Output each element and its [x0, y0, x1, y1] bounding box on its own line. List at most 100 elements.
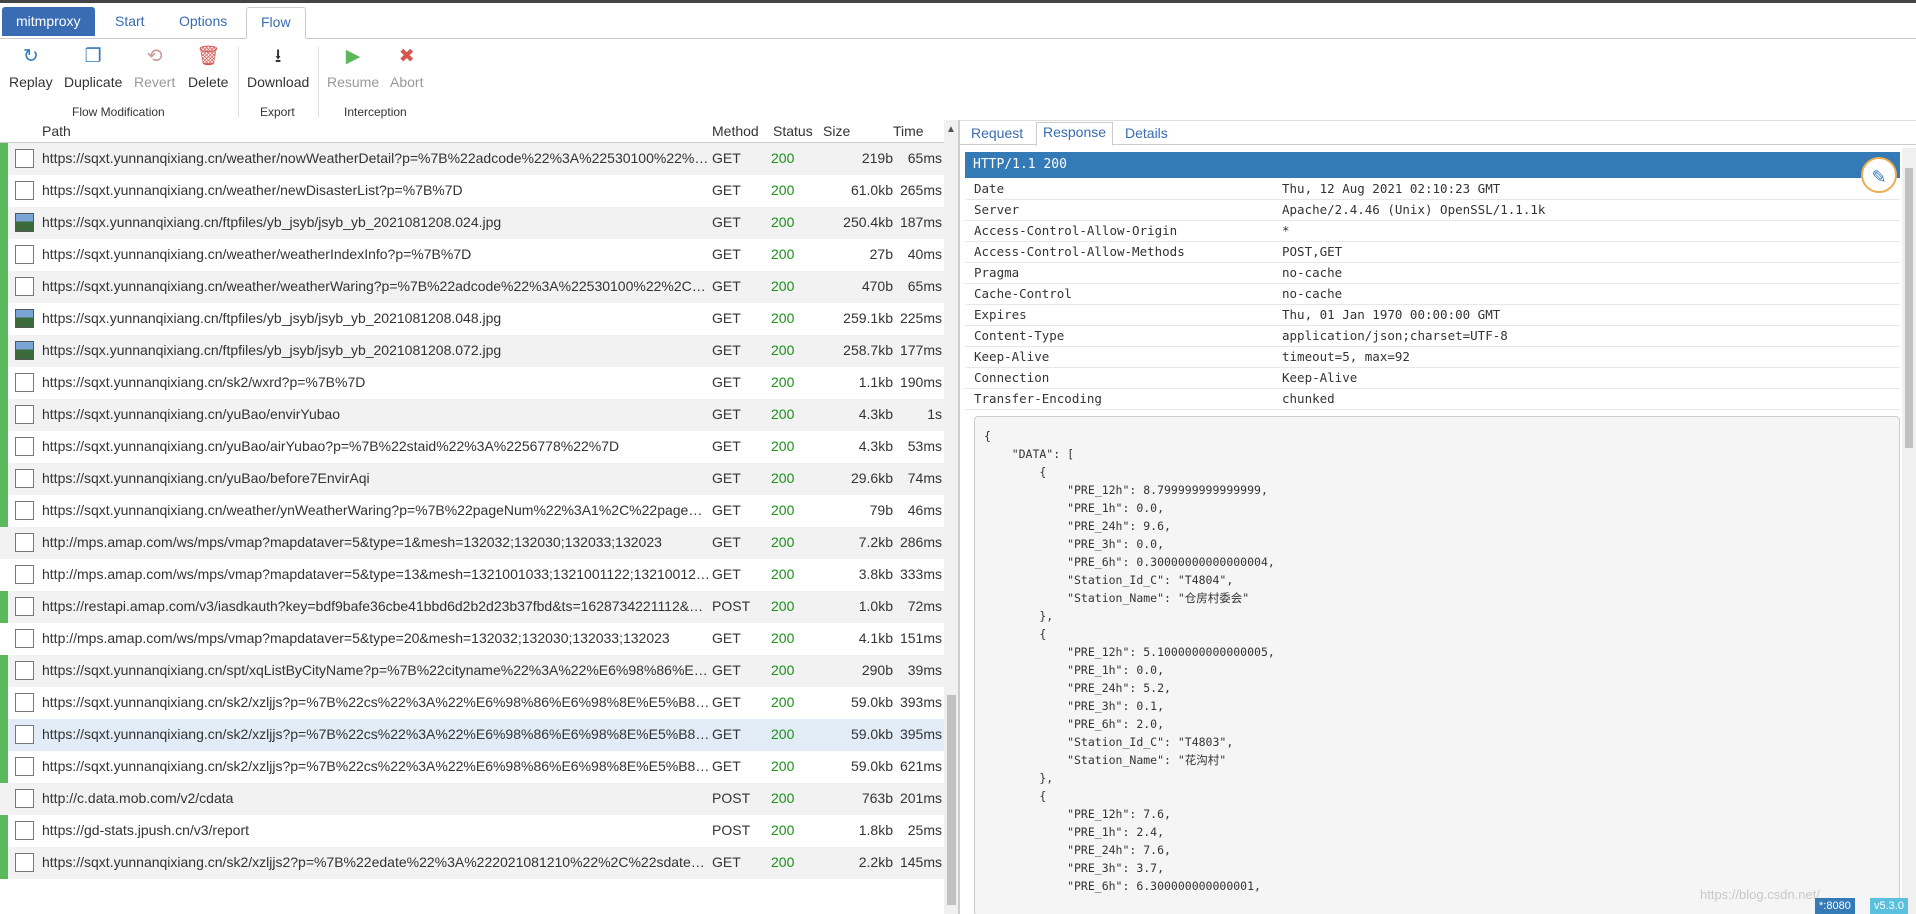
row-marker: [0, 367, 8, 399]
table-row[interactable]: https://sqx.yunnanqixiang.cn/ftpfiles/yb…: [0, 207, 944, 239]
row-status: 200: [771, 374, 795, 390]
row-marker: [0, 463, 8, 495]
group-title-flow-modification: Flow Modification: [72, 105, 165, 119]
replay-button[interactable]: ↻ Replay: [9, 45, 53, 90]
flow-table-header: Path Method Status Size Time: [0, 120, 958, 143]
col-size[interactable]: Size: [823, 123, 850, 139]
tab-start[interactable]: Start: [115, 7, 145, 36]
table-row[interactable]: https://gd-stats.jpush.cn/v3/report POST 2…: [0, 815, 944, 847]
delete-button[interactable]: 🗑 Delete: [188, 45, 228, 90]
row-time: 621ms: [899, 758, 942, 774]
table-row[interactable]: https://sqxt.yunnanqixiang.cn/sk2/xzljjs…: [0, 687, 944, 719]
file-icon: [15, 757, 34, 776]
trash-icon: 🗑: [196, 46, 221, 67]
flow-scroll-thumb[interactable]: [947, 695, 956, 905]
row-time: 201ms: [899, 790, 942, 806]
tab-details[interactable]: Details: [1125, 124, 1168, 144]
row-size: 290b: [861, 662, 893, 678]
row-path: https://sqx.yunnanqixiang.cn/ftpfiles/yb…: [42, 214, 502, 230]
table-row[interactable]: https://sqx.yunnanqixiang.cn/ftpfiles/yb…: [0, 335, 944, 367]
file-icon: [15, 629, 34, 648]
tab-flow[interactable]: Flow: [246, 7, 306, 39]
col-time[interactable]: Time: [893, 123, 924, 139]
download-button[interactable]: ⭳ Download: [247, 45, 309, 90]
row-marker: [0, 719, 8, 751]
flow-scrollbar[interactable]: ▲: [944, 120, 958, 914]
row-method: GET: [712, 150, 741, 166]
table-row[interactable]: https://sqxt.yunnanqixiang.cn/yuBao/airY…: [0, 431, 944, 463]
file-icon: [15, 821, 34, 840]
row-path: http://mps.amap.com/ws/mps/vmap?mapdatav…: [42, 566, 710, 582]
header-value: application/json;charset=UTF-8: [1282, 328, 1508, 343]
row-time: 265ms: [899, 182, 942, 198]
row-time: 1s: [927, 406, 942, 422]
row-marker: [0, 687, 8, 719]
table-row[interactable]: https://sqxt.yunnanqixiang.cn/sk2/xzljjs…: [0, 751, 944, 783]
abort-button[interactable]: ✖ Abort: [390, 45, 423, 90]
tab-options[interactable]: Options: [179, 7, 227, 36]
detail-scroll-thumb[interactable]: [1905, 168, 1913, 448]
table-row[interactable]: https://restapi.amap.com/v3/iasdkauth?ke…: [0, 591, 944, 623]
row-size: 258.7kb: [843, 342, 893, 358]
header-row: Server Apache/2.4.46 (Unix) OpenSSL/1.1.1…: [965, 199, 1900, 221]
row-size: 29.6kb: [850, 470, 893, 486]
copy-icon: ❐: [84, 46, 102, 67]
row-status: 200: [771, 790, 795, 806]
table-row[interactable]: https://sqxt.yunnanqixiang.cn/sk2/xzljjs…: [0, 847, 944, 879]
table-row[interactable]: http://mps.amap.com/ws/mps/vmap?mapdatav…: [0, 623, 944, 655]
scroll-up-icon[interactable]: ▲: [946, 124, 956, 135]
row-method: GET: [712, 374, 741, 390]
file-icon: [15, 565, 34, 584]
row-marker: [0, 527, 8, 559]
group-title-export: Export: [260, 105, 295, 119]
table-row[interactable]: https://sqxt.yunnanqixiang.cn/spt/xqList…: [0, 655, 944, 687]
row-path: https://sqxt.yunnanqixiang.cn/yuBao/befo…: [42, 470, 370, 486]
col-method[interactable]: Method: [712, 123, 759, 139]
header-name: Server: [974, 202, 1020, 217]
row-method: POST: [712, 790, 751, 806]
resume-button[interactable]: ▶ Resume: [327, 45, 379, 90]
col-status[interactable]: Status: [773, 123, 813, 139]
row-size: 61.0kb: [850, 182, 893, 198]
row-method: POST: [712, 822, 751, 838]
row-size: 59.0kb: [850, 726, 893, 742]
header-name: Keep-Alive: [974, 349, 1050, 364]
row-status: 200: [771, 310, 795, 326]
row-method: GET: [712, 342, 741, 358]
table-row[interactable]: https://sqxt.yunnanqixiang.cn/sk2/xzljjs…: [0, 719, 944, 751]
header-value: Thu, 01 Jan 1970 00:00:00 GMT: [1282, 307, 1501, 322]
row-path: http://c.data.mob.com/v2/cdata: [42, 790, 234, 806]
row-size: 259.1kb: [843, 310, 893, 326]
duplicate-button[interactable]: ❐ Duplicate: [64, 45, 122, 90]
row-time: 65ms: [907, 150, 942, 166]
revert-button[interactable]: ⟲ Revert: [134, 45, 175, 90]
table-row[interactable]: https://sqx.yunnanqixiang.cn/ftpfiles/yb…: [0, 303, 944, 335]
table-row[interactable]: https://sqxt.yunnanqixiang.cn/weather/we…: [0, 239, 944, 271]
row-time: 72ms: [907, 598, 942, 614]
col-path[interactable]: Path: [42, 123, 71, 139]
table-row[interactable]: https://sqxt.yunnanqixiang.cn/yuBao/befo…: [0, 463, 944, 495]
table-row[interactable]: http://mps.amap.com/ws/mps/vmap?mapdatav…: [0, 527, 944, 559]
header-name: Expires: [974, 307, 1027, 322]
row-status: 200: [771, 854, 795, 870]
table-row[interactable]: http://mps.amap.com/ws/mps/vmap?mapdatav…: [0, 559, 944, 591]
row-marker: [0, 751, 8, 783]
tab-request[interactable]: Request: [971, 124, 1023, 144]
file-icon: [15, 661, 34, 680]
brand-tab[interactable]: mitmproxy: [2, 7, 95, 36]
table-row[interactable]: https://sqxt.yunnanqixiang.cn/weather/we…: [0, 271, 944, 303]
row-time: 190ms: [899, 374, 942, 390]
table-row[interactable]: https://sqxt.yunnanqixiang.cn/weather/yn…: [0, 495, 944, 527]
row-path: https://sqxt.yunnanqixiang.cn/weather/we…: [42, 246, 472, 262]
table-row[interactable]: http://c.data.mob.com/v2/cdata POST 200 763…: [0, 783, 944, 815]
row-method: GET: [712, 310, 741, 326]
row-size: 1.1kb: [858, 374, 893, 390]
table-row[interactable]: https://sqxt.yunnanqixiang.cn/weather/no…: [0, 143, 944, 175]
table-row[interactable]: https://sqxt.yunnanqixiang.cn/yuBao/envi…: [0, 399, 944, 431]
detail-scrollbar[interactable]: [1902, 148, 1916, 914]
image-icon: [15, 341, 34, 360]
tab-response[interactable]: Response: [1036, 122, 1114, 146]
header-row: Pragma no-cache: [965, 262, 1900, 284]
table-row[interactable]: https://sqxt.yunnanqixiang.cn/sk2/wxrd?p…: [0, 367, 944, 399]
table-row[interactable]: https://sqxt.yunnanqixiang.cn/weather/ne…: [0, 175, 944, 207]
